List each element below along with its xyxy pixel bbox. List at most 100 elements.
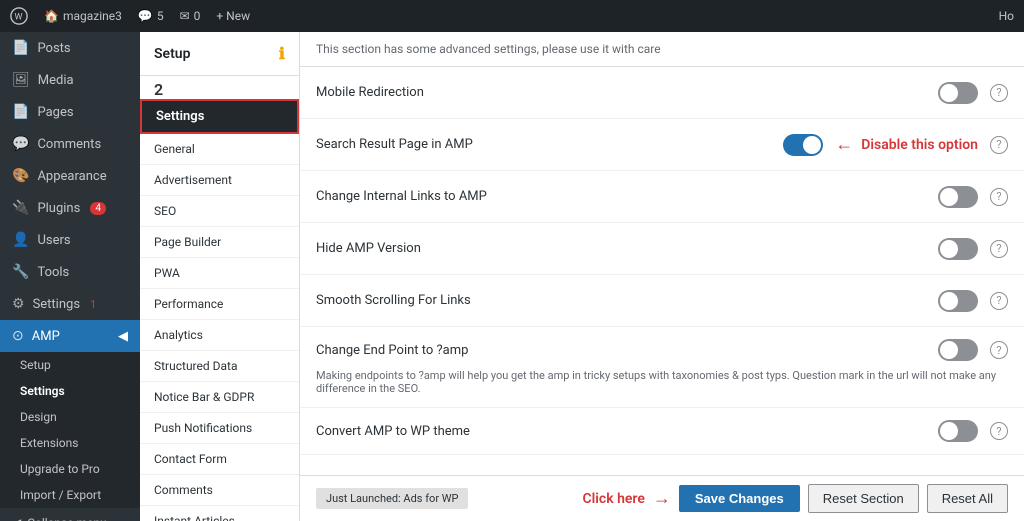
sidebar-item-settings[interactable]: ⚙ Settings 1 [0, 288, 140, 320]
messages-count[interactable]: ✉ 0 [180, 9, 201, 23]
sidebar-item-amp-extensions[interactable]: Extensions [0, 430, 140, 456]
search-result-toggle[interactable] [783, 134, 823, 156]
settings-rows: Mobile Redirection ? Search Result Page … [300, 67, 1024, 455]
convert-amp-toggle[interactable] [938, 420, 978, 442]
hide-amp-control: ? [938, 238, 1008, 260]
site-name[interactable]: 🏠 magazine3 [44, 9, 122, 23]
setup-header: Setup ℹ [140, 32, 299, 76]
mobile-redirection-label: Mobile Redirection [316, 85, 938, 100]
change-endpoint-toggle[interactable] [938, 339, 978, 361]
mobile-redirection-help[interactable]: ? [990, 84, 1008, 102]
main-panel: This section has some advanced settings,… [300, 32, 1024, 475]
svg-text:W: W [15, 13, 23, 23]
row-change-endpoint: Change End Point to ?amp ? Making endpoi… [300, 327, 1024, 408]
posts-icon: 📄 [12, 40, 29, 56]
admin-bar: W 🏠 magazine3 💬 5 ✉ 0 + New Ho [0, 0, 1024, 32]
settings-section-box[interactable]: Settings [140, 99, 299, 134]
change-endpoint-control: ? [938, 339, 1008, 361]
convert-amp-help[interactable]: ? [990, 422, 1008, 440]
comments-count[interactable]: 💬 5 [138, 9, 164, 23]
sidebar-item-appearance[interactable]: 🎨 Appearance [0, 160, 140, 192]
hide-amp-help[interactable]: ? [990, 240, 1008, 258]
change-internal-links-toggle[interactable] [938, 186, 978, 208]
wp-logo-item[interactable]: W [10, 7, 28, 25]
change-endpoint-desc: Making endpoints to ?amp will help you g… [316, 365, 1008, 395]
click-here-text: Click here [582, 491, 644, 507]
info-icon[interactable]: ℹ [279, 44, 285, 63]
nav-item-performance[interactable]: Performance [140, 289, 299, 320]
sidebar-item-pages[interactable]: 📄 Pages [0, 96, 140, 128]
promo-label: Just Launched: Ads for WP [316, 488, 468, 509]
sidebar-item-amp-design[interactable]: Design [0, 404, 140, 430]
convert-amp-label: Convert AMP to WP theme [316, 424, 938, 439]
sidebar-item-media[interactable]: 🖼 Media [0, 64, 140, 96]
mobile-redirection-toggle[interactable] [938, 82, 978, 104]
save-changes-button[interactable]: Save Changes [679, 485, 800, 512]
change-internal-links-help[interactable]: ? [990, 188, 1008, 206]
sidebar-item-amp-setup[interactable]: Setup [0, 352, 140, 378]
comment-icon: 💬 [138, 9, 153, 23]
mobile-redirection-control: ? [938, 82, 1008, 104]
users-icon: 👤 [12, 232, 29, 248]
settings-notification: 1 [90, 298, 96, 311]
nav-item-seo[interactable]: SEO [140, 196, 299, 227]
nav-item-structured-data[interactable]: Structured Data [140, 351, 299, 382]
nav-item-instant-articles[interactable]: Instant Articles [140, 506, 299, 521]
change-endpoint-help[interactable]: ? [990, 341, 1008, 359]
sidebar-item-plugins[interactable]: 🔌 Plugins 4 [0, 192, 140, 224]
disable-annotation: ← Disable this option [835, 134, 978, 155]
collapse-icon: ◀ [12, 516, 21, 521]
reset-all-button[interactable]: Reset All [927, 484, 1008, 513]
settings-icon: ⚙ [12, 296, 25, 312]
sidebar-item-posts[interactable]: 📄 Posts [0, 32, 140, 64]
sidebar-item-amp-settings[interactable]: Settings [0, 378, 140, 404]
reset-section-button[interactable]: Reset Section [808, 484, 919, 513]
row-change-internal-links: Change Internal Links to AMP ? [300, 171, 1024, 223]
nav-item-general[interactable]: General [140, 134, 299, 165]
sidebar-item-users[interactable]: 👤 Users [0, 224, 140, 256]
search-result-help[interactable]: ? [990, 136, 1008, 154]
row-convert-amp: Convert AMP to WP theme ? [300, 408, 1024, 455]
search-result-label: Search Result Page in AMP [316, 137, 783, 152]
row-mobile-redirection: Mobile Redirection ? [300, 67, 1024, 119]
nav-item-push-notifications[interactable]: Push Notifications [140, 413, 299, 444]
media-icon: 🖼 [12, 72, 30, 88]
hide-amp-toggle[interactable] [938, 238, 978, 260]
panel-notice: This section has some advanced settings,… [300, 32, 1024, 67]
sidebar-item-comments[interactable]: 💬 Comments [0, 128, 140, 160]
arrow-left-icon: ← [835, 134, 853, 155]
user-greeting: Ho [999, 9, 1014, 23]
smooth-scrolling-toggle[interactable] [938, 290, 978, 312]
sidebar-item-amp-upgrade[interactable]: Upgrade to Pro [0, 456, 140, 482]
nav-item-analytics[interactable]: Analytics [140, 320, 299, 351]
comments-icon: 💬 [12, 136, 29, 152]
nav-item-notice-bar[interactable]: Notice Bar & GDPR [140, 382, 299, 413]
step2-label: 2 [140, 76, 299, 99]
nav-item-pwa[interactable]: PWA [140, 258, 299, 289]
change-internal-links-control: ? [938, 186, 1008, 208]
collapse-menu-button[interactable]: ◀ Collapse menu [0, 508, 140, 521]
smooth-scrolling-help[interactable]: ? [990, 292, 1008, 310]
row-search-result: Search Result Page in AMP ← Disable this… [300, 119, 1024, 171]
nav-item-page-builder[interactable]: Page Builder [140, 227, 299, 258]
amp-submenu: Setup Settings Design Extensions Upgrade… [0, 352, 140, 508]
sidebar-item-amp-import[interactable]: Import / Export [0, 482, 140, 508]
smooth-scrolling-label: Smooth Scrolling For Links [316, 293, 938, 308]
home-icon: 🏠 [44, 9, 59, 23]
smooth-scrolling-control: ? [938, 290, 1008, 312]
row-smooth-scrolling: Smooth Scrolling For Links ? [300, 275, 1024, 327]
plugins-icon: 🔌 [12, 200, 29, 216]
change-endpoint-label: Change End Point to ?amp [316, 343, 938, 358]
amp-chevron-icon: ◀ [118, 329, 128, 344]
new-button[interactable]: + New [216, 9, 250, 23]
sidebar-item-amp-group: ⊙ AMP ◀ [0, 320, 140, 352]
hide-amp-label: Hide AMP Version [316, 241, 938, 256]
sidebar-item-amp[interactable]: ⊙ AMP ◀ [0, 320, 140, 352]
nav-item-contact-form[interactable]: Contact Form [140, 444, 299, 475]
sidebar-item-tools[interactable]: 🔧 Tools [0, 256, 140, 288]
sidebar: 📄 Posts 🖼 Media 📄 Pages 💬 Comments 🎨 App… [0, 32, 140, 521]
nav-item-advertisement[interactable]: Advertisement [140, 165, 299, 196]
row-hide-amp: Hide AMP Version ? [300, 223, 1024, 275]
nav-item-comments[interactable]: Comments [140, 475, 299, 506]
change-internal-links-label: Change Internal Links to AMP [316, 189, 938, 204]
